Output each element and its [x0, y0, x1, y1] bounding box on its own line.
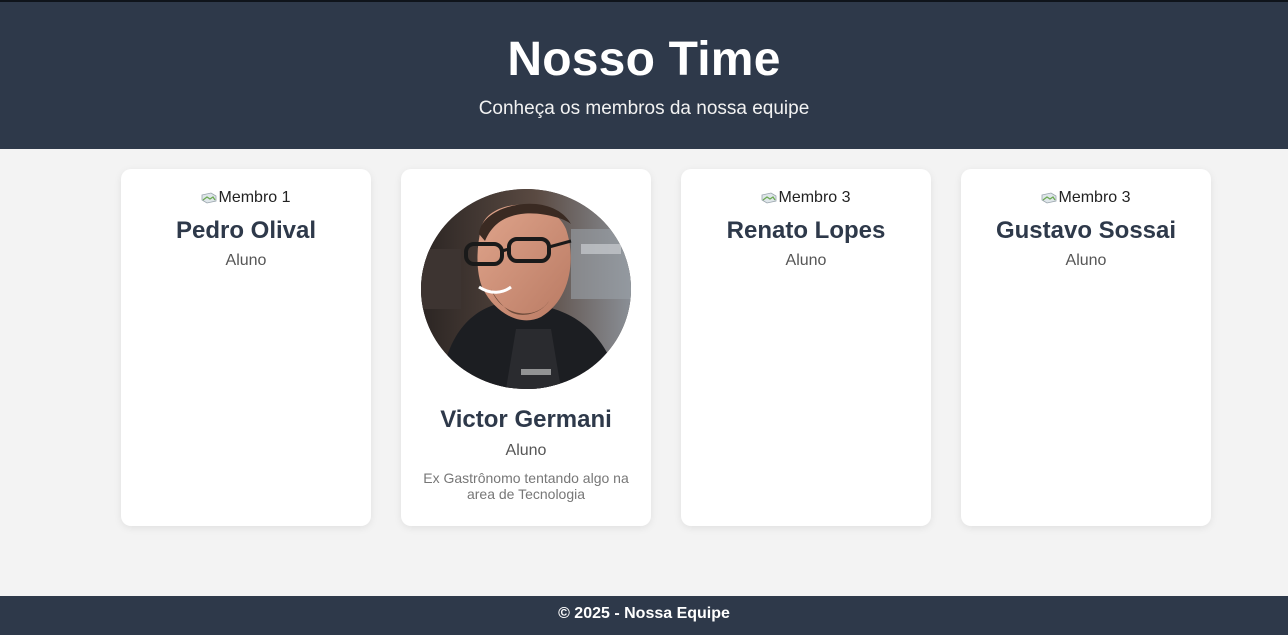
member-photo [421, 189, 631, 389]
member-role: Aluno [505, 442, 547, 459]
member-photo-broken: Membro 1 [201, 188, 291, 207]
member-photo-alt: Membro 1 [218, 189, 291, 206]
member-photo-alt: Membro 3 [778, 189, 851, 206]
page-footer: © 2025 - Nossa Equipe [0, 596, 1288, 635]
member-role: Aluno [785, 251, 827, 269]
member-name: Renato Lopes [726, 216, 886, 244]
team-grid: Membro 1 Pedro Olival Aluno Victor Germa… [121, 169, 1211, 526]
member-role: Aluno [1065, 251, 1107, 269]
member-role: Aluno [225, 251, 267, 269]
member-photo-broken: Membro 3 [1041, 188, 1131, 207]
member-card: Membro 3 Renato Lopes Aluno [681, 169, 931, 526]
broken-image-icon [761, 192, 777, 204]
page-subtitle: Conheça os membros da nossa equipe [478, 98, 810, 119]
page-title: Nosso Time [507, 33, 781, 86]
member-bio: Ex Gastrônomo tentando algo na area de T… [423, 470, 629, 502]
broken-image-icon [201, 192, 217, 204]
member-card: Membro 3 Gustavo Sossai Aluno [961, 169, 1211, 526]
page-header: Nosso Time Conheça os membros da nossa e… [0, 0, 1288, 149]
member-name: Victor Germani [440, 406, 612, 433]
member-name: Gustavo Sossai [995, 216, 1177, 244]
member-photo-broken: Membro 3 [761, 188, 851, 207]
broken-image-icon [1041, 192, 1057, 204]
footer-text: © 2025 - Nossa Equipe [558, 605, 730, 622]
member-name: Pedro Olival [175, 216, 317, 244]
member-photo-alt: Membro 3 [1058, 189, 1131, 206]
member-card: Membro 1 Pedro Olival Aluno [121, 169, 371, 526]
member-card: Victor Germani Aluno Ex Gastrônomo tenta… [401, 169, 651, 526]
